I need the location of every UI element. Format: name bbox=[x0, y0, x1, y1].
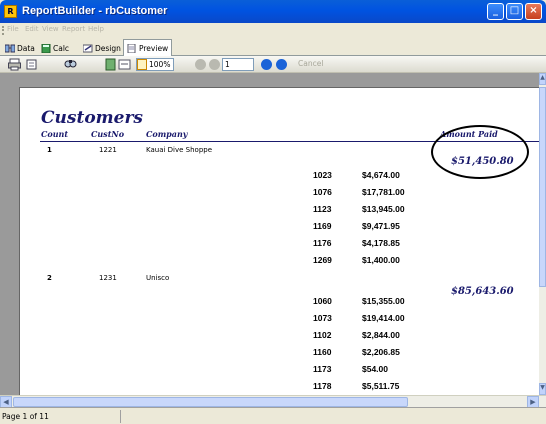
order-no: 1023 bbox=[313, 170, 332, 180]
tab-bar: Data Calc Design Preview bbox=[0, 37, 546, 57]
order-amount: $13,945.00 bbox=[362, 204, 405, 214]
app-icon: R bbox=[4, 5, 17, 18]
zoom-value: 100% bbox=[149, 60, 171, 69]
order-amount: $4,674.00 bbox=[362, 170, 400, 180]
zoom-icon bbox=[137, 59, 147, 70]
status-bar: Page 1 of 11 bbox=[0, 407, 546, 424]
tab-preview[interactable]: Preview bbox=[123, 39, 173, 57]
vertical-scroll-thumb[interactable] bbox=[539, 87, 546, 287]
scroll-up-icon[interactable]: ▲ bbox=[539, 73, 546, 85]
tab-data[interactable]: Data bbox=[2, 41, 38, 56]
find-icon[interactable] bbox=[64, 58, 77, 71]
status-divider bbox=[120, 410, 121, 423]
customer-amount-paid: $85,643.60 bbox=[451, 286, 514, 297]
title-bar: R ReportBuilder - rbCustomer _ □ × bbox=[0, 0, 546, 23]
order-no: 1102 bbox=[313, 330, 332, 340]
calc-icon bbox=[41, 44, 51, 53]
menu-view[interactable]: View bbox=[42, 25, 59, 33]
whole-page-icon[interactable] bbox=[104, 58, 117, 71]
tab-calc[interactable]: Calc bbox=[38, 41, 72, 56]
order-no: 1173 bbox=[313, 364, 332, 374]
print-setup-icon[interactable] bbox=[25, 58, 38, 71]
order-amount: $17,781.00 bbox=[362, 187, 405, 197]
customer-custno: 1221 bbox=[99, 146, 117, 154]
customer-count: 2 bbox=[47, 274, 52, 282]
maximize-button[interactable]: □ bbox=[506, 3, 523, 20]
print-icon[interactable] bbox=[8, 58, 21, 71]
prev-page-icon[interactable] bbox=[209, 59, 220, 70]
header-custno: CustNo bbox=[91, 129, 125, 139]
order-amount: $2,844.00 bbox=[362, 330, 400, 340]
customer-custno: 1231 bbox=[99, 274, 117, 282]
page-number-value: 1 bbox=[225, 60, 230, 69]
menu-file[interactable]: File bbox=[7, 25, 19, 33]
scroll-down-icon[interactable]: ▼ bbox=[539, 383, 546, 395]
customer-count: 1 bbox=[47, 146, 52, 154]
tab-data-label: Data bbox=[17, 44, 35, 53]
order-no: 1076 bbox=[313, 187, 332, 197]
minimize-button[interactable]: _ bbox=[487, 3, 504, 20]
order-no: 1073 bbox=[313, 313, 332, 323]
customer-company: Kauai Dive Shoppe bbox=[146, 146, 213, 154]
customer-company: Unisco bbox=[146, 274, 170, 282]
order-amount: $1,400.00 bbox=[362, 255, 400, 265]
header-company: Company bbox=[146, 129, 188, 139]
horizontal-scrollbar[interactable]: ◀ ▶ bbox=[0, 395, 546, 408]
vertical-scrollbar[interactable]: ▲ ▼ bbox=[539, 73, 546, 395]
order-no: 1176 bbox=[313, 238, 332, 248]
preview-toolbar: 100% 1 Cancel bbox=[0, 56, 546, 73]
order-amount: $5,511.75 bbox=[362, 381, 400, 391]
last-page-icon[interactable] bbox=[276, 59, 287, 70]
customer-amount-paid: $51,450.80 bbox=[451, 156, 514, 167]
order-no: 1169 bbox=[313, 221, 332, 231]
order-amount: $4,178.85 bbox=[362, 238, 400, 248]
horizontal-scroll-thumb[interactable] bbox=[13, 397, 408, 407]
order-no: 1060 bbox=[313, 296, 332, 306]
page-width-icon[interactable] bbox=[118, 58, 131, 71]
order-amount: $15,355.00 bbox=[362, 296, 405, 306]
preview-icon bbox=[127, 44, 136, 53]
first-page-icon[interactable] bbox=[195, 59, 206, 70]
cancel-button[interactable]: Cancel bbox=[298, 59, 323, 68]
order-no: 1269 bbox=[313, 255, 332, 265]
tab-design-label: Design bbox=[95, 44, 121, 53]
menu-bar: File Edit View Report Help bbox=[0, 23, 546, 37]
highlight-circle bbox=[431, 125, 529, 179]
order-amount: $9,471.95 bbox=[362, 221, 400, 231]
design-icon bbox=[83, 44, 93, 53]
data-icon bbox=[5, 44, 15, 53]
menu-report[interactable]: Report bbox=[62, 25, 85, 33]
order-amount: $19,414.00 bbox=[362, 313, 405, 323]
status-page-info: Page 1 of 11 bbox=[2, 412, 49, 421]
page-number-field[interactable]: 1 bbox=[222, 58, 254, 71]
order-no: 1123 bbox=[313, 204, 332, 214]
preview-area[interactable]: Customers Count CustNo Company Amount Pa… bbox=[0, 73, 539, 395]
header-count: Count bbox=[41, 129, 69, 139]
order-no: 1160 bbox=[313, 347, 332, 357]
close-button[interactable]: × bbox=[525, 3, 542, 20]
window-title: ReportBuilder - rbCustomer bbox=[22, 5, 168, 17]
order-no: 1178 bbox=[313, 381, 332, 391]
menu-edit[interactable]: Edit bbox=[25, 25, 39, 33]
menu-help[interactable]: Help bbox=[88, 25, 104, 33]
tab-design[interactable]: Design bbox=[80, 41, 124, 56]
report-page: Customers Count CustNo Company Amount Pa… bbox=[19, 87, 539, 395]
menu-grip-icon bbox=[2, 26, 4, 35]
report-title: Customers bbox=[41, 108, 143, 128]
next-page-icon[interactable] bbox=[261, 59, 272, 70]
tab-calc-label: Calc bbox=[53, 44, 70, 53]
order-amount: $2,206.85 bbox=[362, 347, 400, 357]
order-amount: $54.00 bbox=[362, 364, 388, 374]
tab-preview-label: Preview bbox=[139, 44, 169, 53]
